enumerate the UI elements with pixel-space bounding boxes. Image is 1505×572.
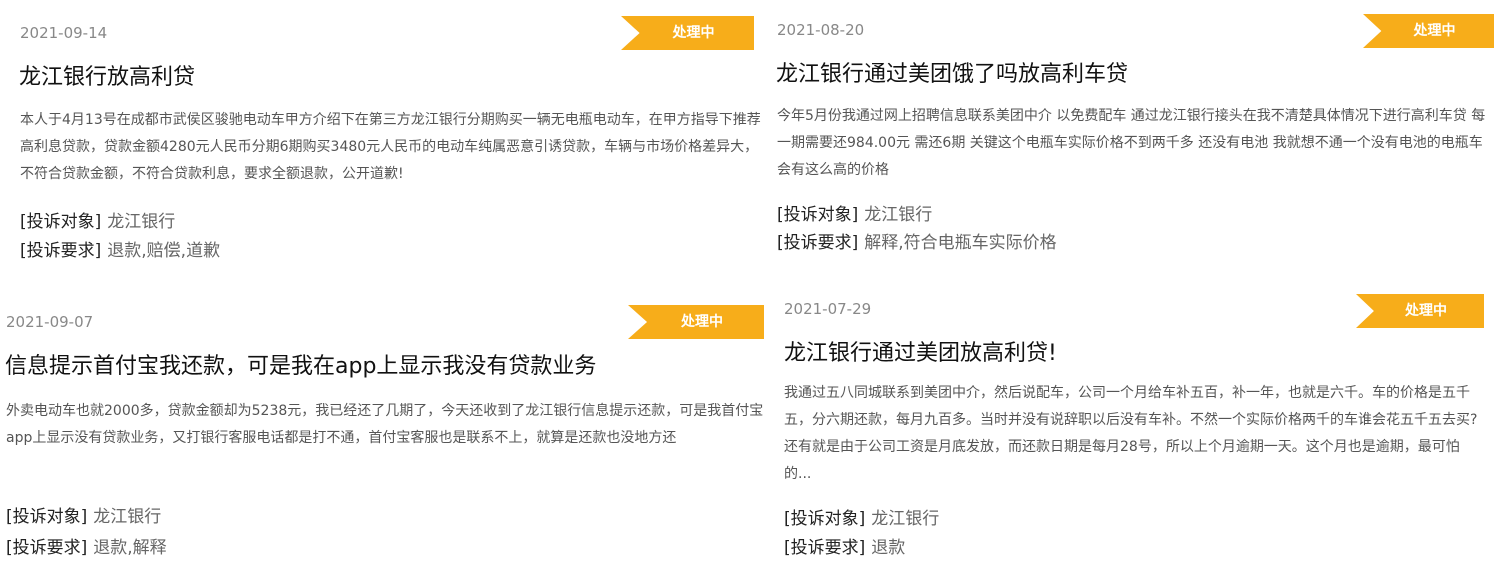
card-title[interactable]: 龙江银行通过美团饿了吗放高利车贷 [776,56,1128,88]
complaint-target-row: [投诉对象] 龙江银行 [6,503,161,532]
status-badge[interactable]: 处理中 [628,305,764,339]
complaint-target-label: [投诉对象] [20,212,102,232]
complaint-target-value[interactable]: 龙江银行 [871,509,939,529]
complaint-request-value: 退款,赔偿,道歉 [107,241,221,261]
complaint-request-value: 退款 [871,538,906,558]
complaint-target-label: [投诉对象] [777,205,859,225]
card-description: 我通过五八同城联系到美团中介，然后说配车，公司一个月给车补五百，补一年，也就是六… [784,385,1478,482]
status-badge[interactable]: 处理中 [1356,294,1484,328]
card-date: 2021-08-20 [777,21,865,39]
card-date: 2021-09-14 [20,24,108,42]
complaint-request-label: [投诉要求] [20,241,102,261]
complaint-request-row: [投诉要求] 退款,解释 [6,534,167,563]
complaint-target-row: [投诉对象] 龙江银行 [784,505,939,534]
card-title[interactable]: 龙江银行通过美团放高利贷! [784,335,1057,367]
card-date: 2021-07-29 [784,300,872,318]
complaint-request-value: 退款,解释 [93,538,167,558]
card-title[interactable]: 龙江银行放高利贷 [19,59,195,91]
complaint-target-label: [投诉对象] [6,507,88,527]
card-date: 2021-09-07 [6,313,94,331]
complaint-request-row: [投诉要求] 退款,赔偿,道歉 [20,237,220,266]
complaint-request-label: [投诉要求] [6,538,88,558]
card-description: 本人于4月13号在成都市武侯区骏驰电动车甲方介绍下在第三方龙江银行分期购买一辆无… [20,112,761,182]
status-badge[interactable]: 处理中 [1363,14,1494,48]
complaint-request-row: [投诉要求] 解释,符合电瓶车实际价格 [777,229,1057,258]
complaint-target-label: [投诉对象] [784,509,866,529]
status-badge[interactable]: 处理中 [621,16,754,50]
card-description: 外卖电动车也就2000多，贷款金额却为5238元，我已经还了几期了，今天还收到了… [6,403,764,446]
complaint-target-value[interactable]: 龙江银行 [864,205,932,225]
complaint-request-label: [投诉要求] [777,233,859,253]
card-description: 今年5月份我通过网上招聘信息联系美团中介 以免费配车 通过龙江银行接头在我不清楚… [777,108,1486,178]
card-title[interactable]: 信息提示首付宝我还款，可是我在app上显示我没有贷款业务 [5,348,596,380]
complaint-request-value: 解释,符合电瓶车实际价格 [864,233,1057,253]
complaint-target-row: [投诉对象] 龙江银行 [777,201,932,230]
complaint-target-value[interactable]: 龙江银行 [93,507,161,527]
complaint-target-value[interactable]: 龙江银行 [107,212,175,232]
complaint-request-label: [投诉要求] [784,538,866,558]
complaint-request-row: [投诉要求] 退款 [784,534,905,563]
complaint-target-row: [投诉对象] 龙江银行 [20,208,175,237]
